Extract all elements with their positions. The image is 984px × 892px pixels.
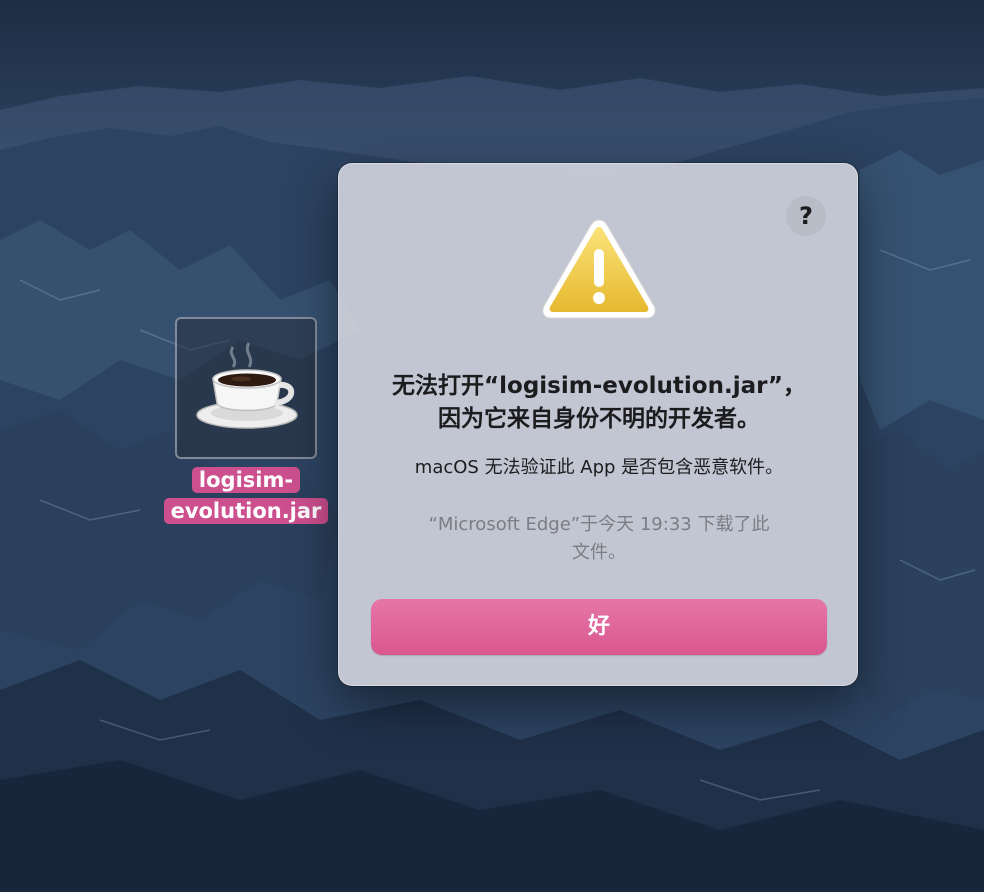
help-button[interactable]: ? [786, 196, 826, 236]
ok-button[interactable]: 好 [371, 599, 827, 655]
file-icon-selection[interactable] [175, 317, 317, 459]
security-alert-dialog: ? 无法打开“logisim-evolution.jar”， 因为它来自身份不明… [338, 163, 858, 686]
file-name-line1: logisim- [191, 467, 301, 493]
dialog-title-line2: 因为它来自身份不明的开发者。 [438, 406, 760, 432]
dialog-message: macOS 无法验证此 App 是否包含恶意软件。 [414, 457, 784, 478]
dialog-download-info: “Microsoft Edge”于今天 19:33 下载了此 文件。 [384, 511, 814, 567]
dialog-info-line1: “Microsoft Edge”于今天 19:33 下载了此 [428, 514, 770, 535]
java-coffee-cup-icon [196, 342, 298, 429]
dialog-title: 无法打开“logisim-evolution.jar”， 因为它来自身份不明的开… [359, 370, 839, 436]
desktop: logisim- evolution.jar ? 无法打开“logisim-ev… [0, 0, 984, 892]
file-name-line2: evolution.jar [163, 498, 329, 524]
warning-triangle-icon [542, 219, 656, 319]
dialog-info-line2: 文件。 [572, 542, 626, 563]
dialog-title-line1: 无法打开“logisim-evolution.jar”， [392, 373, 806, 399]
file-name-label[interactable]: logisim- evolution.jar [163, 465, 329, 527]
